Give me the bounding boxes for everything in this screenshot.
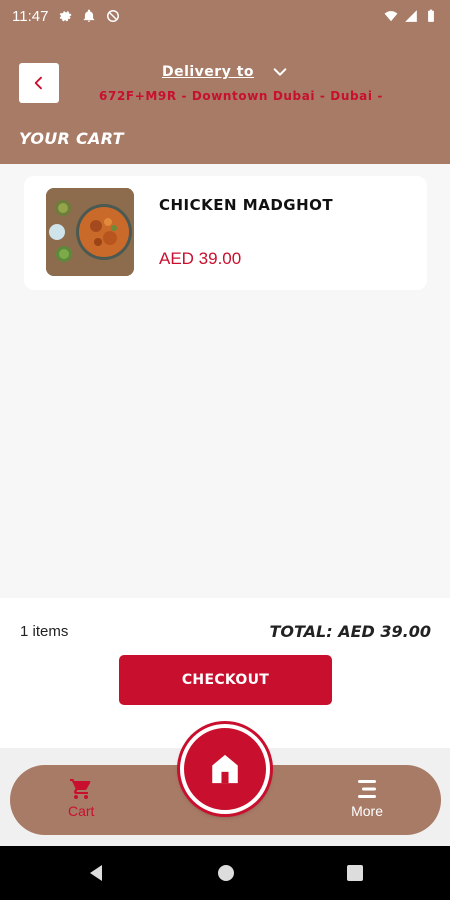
chevron-down-icon bbox=[273, 68, 287, 76]
tab-more[interactable]: More bbox=[351, 777, 383, 819]
status-bar: 11:47 bbox=[0, 0, 450, 32]
recents-square-icon[interactable] bbox=[345, 863, 365, 883]
checkout-button[interactable]: CHECKOUT bbox=[119, 655, 332, 705]
tab-cart-label: Cart bbox=[68, 803, 95, 819]
cart-icon bbox=[70, 779, 91, 799]
cart-item[interactable]: CHICKEN MADGHOT AED 39.00 bbox=[24, 176, 427, 290]
status-time: 11:47 bbox=[12, 7, 49, 25]
settings-gear-icon bbox=[60, 11, 72, 22]
delivery-address[interactable]: 672F+M9R - Downtown Dubai - Dubai - bbox=[0, 89, 450, 103]
back-triangle-icon[interactable] bbox=[86, 863, 106, 883]
no-disturb-icon bbox=[107, 10, 120, 22]
item-name: CHICKEN MADGHOT bbox=[159, 196, 334, 214]
wifi-icon bbox=[384, 11, 398, 22]
cart-content: CHICKEN MADGHOT AED 39.00 bbox=[0, 164, 450, 598]
battery-icon bbox=[428, 9, 434, 22]
cart-total: TOTAL: AED 39.00 bbox=[269, 622, 431, 641]
header: Delivery to 672F+M9R - Downtown Dubai - … bbox=[0, 32, 450, 164]
home-button[interactable] bbox=[180, 724, 270, 814]
items-count: 1 items bbox=[20, 623, 69, 640]
home-icon bbox=[212, 754, 238, 784]
home-circle-icon[interactable] bbox=[216, 863, 236, 883]
tab-more-label: More bbox=[351, 803, 383, 819]
menu-lines-icon bbox=[358, 780, 377, 798]
notification-bell-icon bbox=[84, 9, 95, 22]
page-title: YOUR CART bbox=[19, 129, 124, 148]
tab-cart[interactable]: Cart bbox=[68, 777, 94, 819]
dish-image bbox=[46, 188, 134, 276]
delivery-selector[interactable]: Delivery to bbox=[0, 64, 450, 80]
signal-icon bbox=[405, 10, 417, 22]
delivery-label: Delivery to bbox=[161, 64, 255, 80]
system-navigation-bar bbox=[0, 846, 450, 900]
item-price: AED 39.00 bbox=[159, 249, 242, 268]
